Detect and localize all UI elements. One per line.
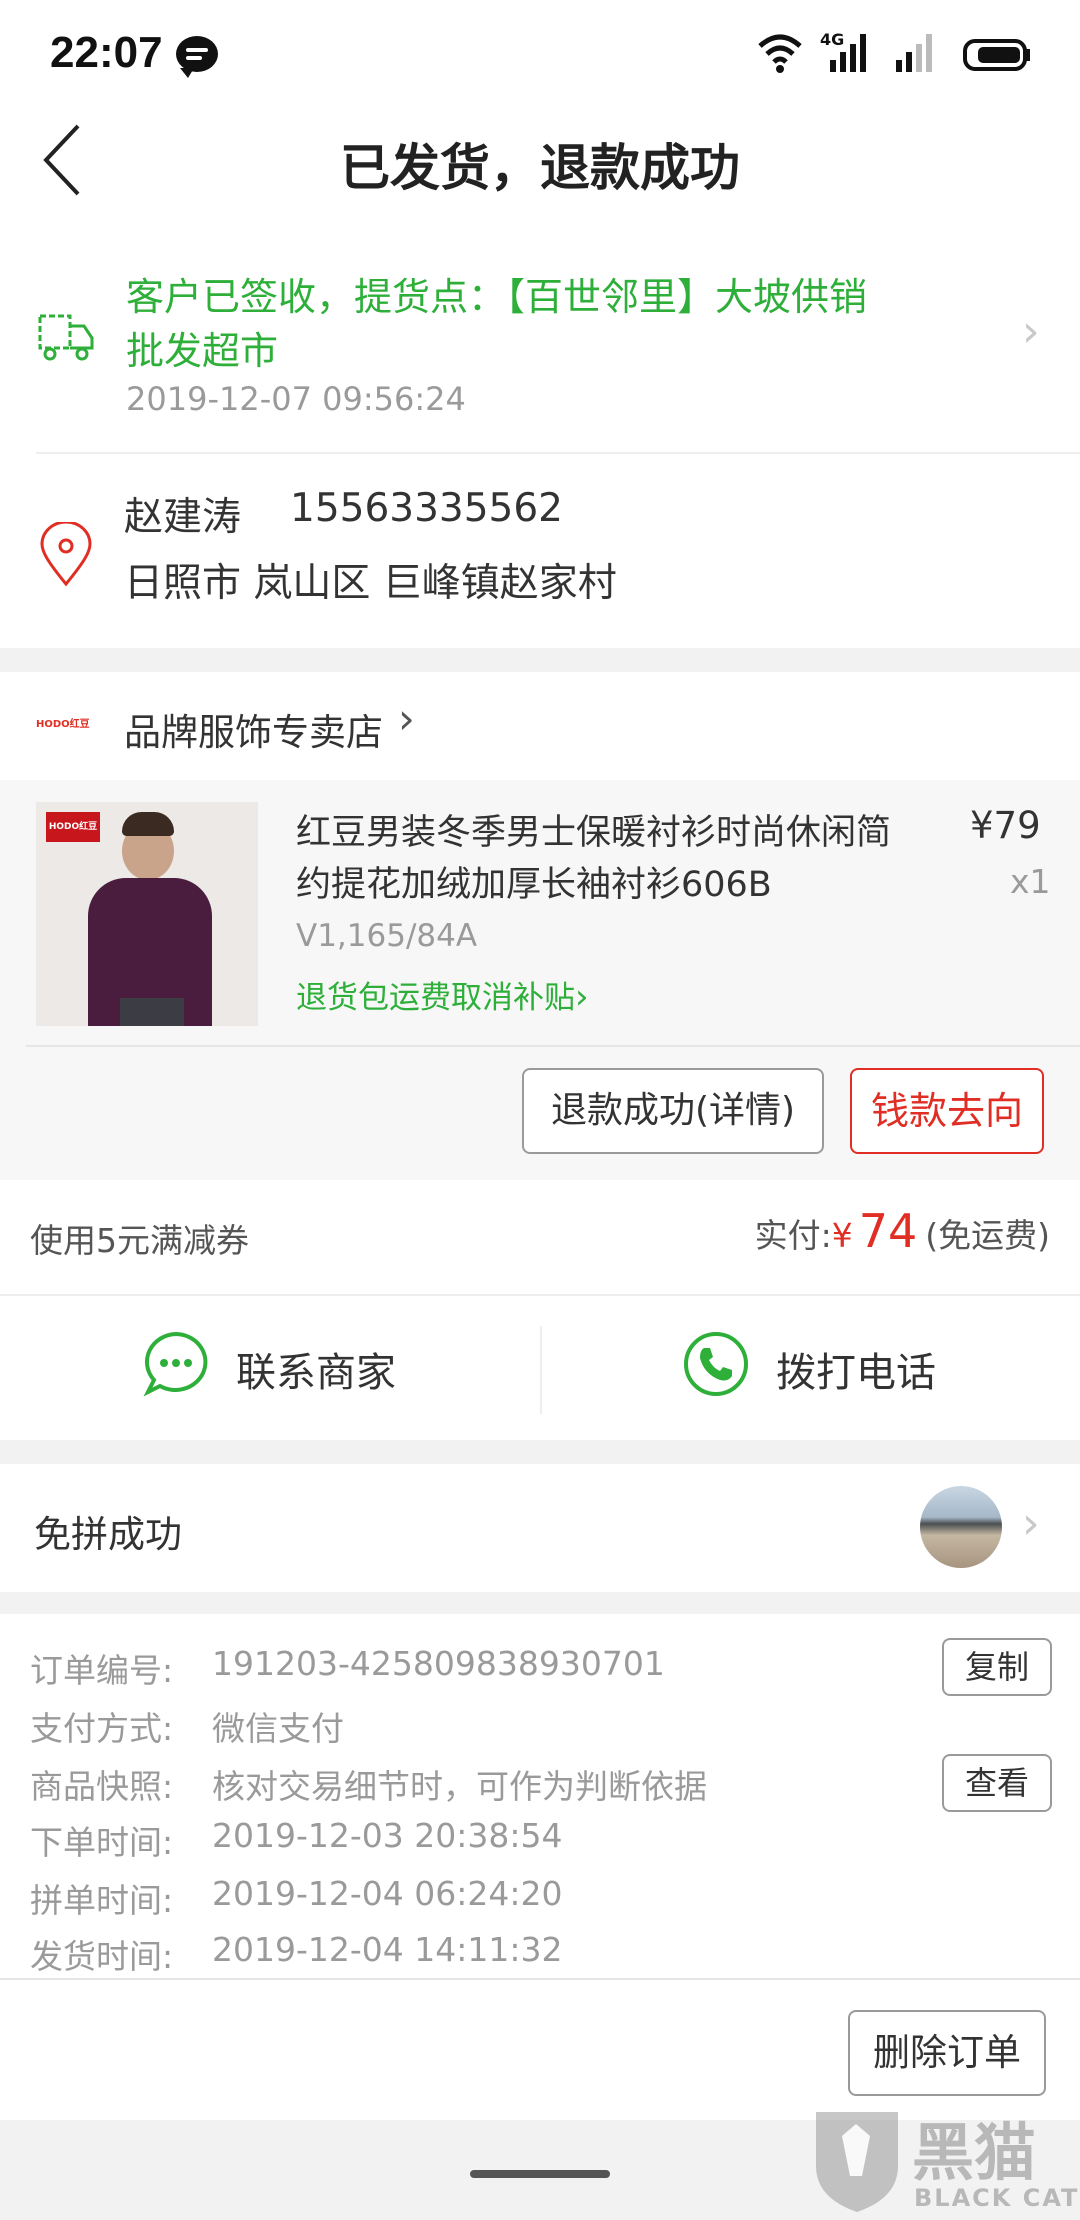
call-phone-label: 拨打电话 (776, 1350, 936, 1396)
watermark-logo: 黑猫 BLACK CAT (808, 2102, 1080, 2220)
product-title-line1: 红豆男装冬季男士保暖衬衫时尚休闲简 (296, 813, 892, 853)
divider (26, 1045, 1080, 1047)
call-phone-button[interactable]: 拨打电话 (542, 1296, 1080, 1436)
recipient-phone: 15563335562 (290, 486, 563, 531)
location-pin-icon (40, 522, 92, 587)
order-number-label: 订单编号: (30, 1651, 174, 1690)
chevron-right-icon: › (398, 694, 415, 743)
group-status-text: 免拼成功 (34, 1513, 182, 1556)
order-info-section: 订单编号: 191203-425809838930701 复制 支付方式: 微信… (0, 1614, 1080, 1976)
product-card[interactable]: HODO红豆 红豆男装冬季男士保暖衬衫时尚休闲简 约提花加绒加厚长袖衬衫606B… (0, 780, 1080, 1180)
page-title: 已发货，退款成功 (340, 139, 740, 197)
chevron-right-icon: › (575, 977, 589, 1017)
shipping-subsidy-note[interactable]: 退货包运费取消补贴› (296, 972, 589, 1017)
section-gap (0, 648, 1080, 672)
model-pants (120, 998, 184, 1026)
coupon-text: 使用5元满减券 (30, 1221, 249, 1260)
avatar (920, 1486, 1002, 1568)
wifi-icon (758, 34, 802, 73)
group-time-value: 2019-12-04 06:24:20 (212, 1874, 563, 1913)
logistics-status-line2: 批发超市 (126, 329, 279, 373)
model-hair (122, 812, 174, 836)
product-quantity: x1 (1010, 862, 1051, 901)
product-spec: V1,165/84A (296, 918, 478, 954)
snapshot-value: 核对交易细节时，可作为判断依据 (212, 1767, 707, 1806)
money-flow-button[interactable]: 钱款去向 (850, 1068, 1044, 1154)
contact-merchant-button[interactable]: 联系商家 (0, 1296, 540, 1436)
snapshot-label: 商品快照: (30, 1767, 174, 1806)
home-indicator[interactable] (470, 2170, 610, 2178)
logistics-status-line1: 客户已签收，提货点：【百世邻里】大坡供销 (126, 275, 868, 319)
shipping-free-label: (免运费) (925, 1216, 1050, 1255)
status-bar: 22:07 4G (0, 0, 1080, 110)
message-notification-icon (176, 36, 218, 78)
cell-signal-weak-icon (896, 34, 932, 72)
contact-merchant-label: 联系商家 (236, 1350, 396, 1396)
battery-icon (963, 39, 1030, 71)
product-title-line2: 约提花加绒加厚长袖衬衫606B (296, 865, 772, 905)
logistics-timestamp: 2019-12-07 09:56:24 (126, 380, 466, 418)
shipping-subsidy-text: 退货包运费取消补贴 (296, 980, 575, 1016)
store-name: 品牌服饰专卖店 (124, 711, 383, 754)
ship-time-value: 2019-12-04 14:11:32 (212, 1930, 563, 1969)
phone-icon (684, 1332, 748, 1396)
paid-amount: 实付:¥ 74 (免运费) (755, 1204, 1050, 1258)
chat-icon (143, 1331, 208, 1397)
footer-bar: 删除订单 (0, 1980, 1080, 2120)
watermark-text: 黑猫 (912, 2116, 1037, 2189)
logistics-section[interactable]: 客户已签收，提货点：【百世邻里】大坡供销 批发超市 2019-12-07 09:… (0, 250, 1080, 450)
copy-button[interactable]: 复制 (942, 1638, 1052, 1696)
payment-method-value: 微信支付 (212, 1709, 344, 1748)
recipient-name: 赵建涛 (124, 495, 242, 540)
product-image: HODO红豆 (36, 802, 258, 1026)
chevron-right-icon: › (1022, 306, 1040, 357)
payment-summary: 使用5元满减券 实付:¥ 74 (免运费) (0, 1180, 1080, 1294)
ship-time-label: 发货时间: (30, 1937, 174, 1976)
watermark-subtext: BLACK CAT (914, 2184, 1080, 2212)
product-price: ¥79 (970, 804, 1041, 847)
status-time: 22:07 (50, 28, 163, 77)
order-time-label: 下单时间: (30, 1823, 174, 1862)
black-cat-shield-icon (816, 2112, 898, 2212)
delete-order-button[interactable]: 删除订单 (848, 2010, 1046, 2096)
address-section: 赵建涛 15563335562 日照市 岚山区 巨峰镇赵家村 (0, 460, 1080, 640)
order-time-value: 2019-12-03 20:38:54 (212, 1816, 563, 1855)
cell-signal-icon (830, 34, 866, 72)
section-gap (0, 1440, 1080, 1464)
view-snapshot-button[interactable]: 查看 (942, 1754, 1052, 1812)
product-image-badge: HODO红豆 (46, 812, 100, 842)
recipient-address: 日照市 岚山区 巨峰镇赵家村 (124, 561, 617, 606)
delivery-truck-icon (38, 314, 94, 361)
chevron-right-icon: › (1022, 1498, 1040, 1549)
store-header[interactable]: HODO红豆 品牌服饰专卖店 › (0, 672, 1080, 780)
order-number-value: 191203-425809838930701 (212, 1644, 665, 1683)
paid-value: 74 (858, 1204, 918, 1258)
section-gap (0, 1592, 1080, 1614)
paid-label: 实付: (754, 1216, 832, 1255)
store-logo: HODO红豆 (36, 718, 94, 732)
divider (36, 452, 1080, 454)
group-time-label: 拼单时间: (30, 1881, 174, 1920)
currency-symbol: ¥ (831, 1216, 853, 1255)
group-status-row[interactable]: 免拼成功 › (0, 1464, 1080, 1592)
refund-detail-button[interactable]: 退款成功(详情) (522, 1068, 824, 1154)
payment-method-label: 支付方式: (30, 1709, 174, 1748)
